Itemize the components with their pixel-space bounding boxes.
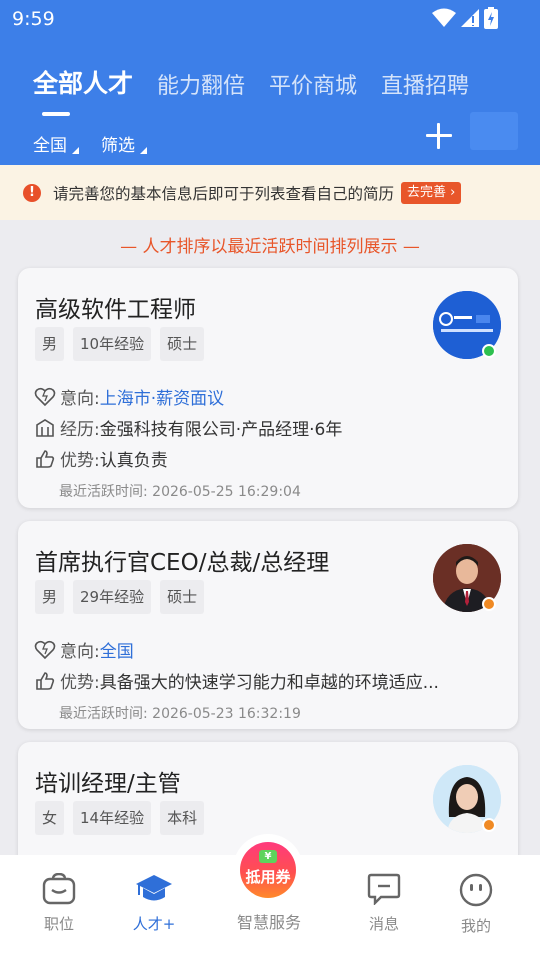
candidate-title: 首席执行官CEO/总裁/总经理 (35, 550, 330, 576)
candidate-tags: 男 29年经验 硕士 (35, 580, 205, 614)
region-filter[interactable]: 全国 (33, 131, 79, 156)
coupon-text: 抵用券 (245, 868, 291, 886)
dropdown-triangle-icon (72, 147, 79, 154)
notice-text: 请完善您的基本信息后即可于列表查看自己的简历 (53, 184, 395, 203)
tab-all-talent[interactable]: 全部人才 (33, 64, 134, 116)
strength-row: 优势: 具备强大的快速学习能力和卓越的环境适应... (34, 668, 439, 693)
screen-filter-label: 筛选 (101, 136, 135, 156)
strength-value: 认真负责 (99, 451, 168, 471)
degree-tag: 硕士 (160, 580, 205, 614)
degree-tag: 硕士 (160, 327, 205, 361)
experience-tag: 29年经验 (73, 580, 152, 614)
nav-label: 职位 (43, 915, 74, 933)
nav-label: 人才+ (132, 915, 176, 933)
screen-filter[interactable]: 筛选 (101, 131, 147, 156)
status-dot (482, 597, 496, 611)
tab-ability-double[interactable]: 能力翻倍 (157, 68, 245, 100)
smart-service-button[interactable]: ¥ 抵用券 (233, 834, 303, 904)
experience-tag: 14年经验 (73, 801, 152, 835)
intent-label: 意向: (60, 389, 100, 409)
status-dot (482, 818, 496, 832)
experience-row: 经历: 金强科技有限公司·产品经理·6年 (34, 415, 342, 440)
active-time: 最近活跃时间: 2026-05-23 16:32:19 (59, 706, 301, 722)
strength-label: 优势: (60, 451, 100, 471)
strength-label: 优势: (60, 673, 100, 693)
experience-tag: 10年经验 (73, 327, 152, 361)
active-time: 最近活跃时间: 2026-05-25 16:29:04 (59, 484, 301, 500)
coupon-badge: ¥ (259, 850, 277, 863)
candidate-card[interactable]: 首席执行官CEO/总裁/总经理 男 29年经验 硕士 意向: 全国 优势: 具备… (18, 521, 518, 729)
candidate-title: 高级软件工程师 (35, 297, 196, 323)
nav-label: 我的 (460, 917, 491, 935)
header-overlay-square (470, 112, 518, 150)
intent-value: 全国 (99, 642, 134, 662)
candidate-title: 培训经理/主管 (35, 771, 181, 797)
heart-icon (34, 387, 56, 406)
active-tab-indicator (42, 112, 70, 116)
message-icon (367, 873, 401, 906)
wifi-icon (432, 8, 456, 27)
thumbs-up-icon (36, 449, 55, 468)
category-tabs: 全部人才 能力翻倍 平价商城 直播招聘 (33, 64, 469, 116)
degree-tag: 本科 (160, 801, 205, 835)
building-icon (36, 418, 54, 437)
gender-tag: 男 (35, 327, 65, 361)
candidate-tags: 女 14年经验 本科 (35, 801, 205, 835)
sort-tip: — 人才排序以最近活跃时间排列展示 — (120, 237, 420, 257)
intent-row: 意向: 全国 (34, 637, 134, 662)
thumbs-up-icon (36, 671, 55, 690)
nav-item-messages[interactable]: 消息 (344, 873, 424, 934)
region-filter-label: 全国 (33, 136, 67, 156)
heart-icon (34, 640, 56, 659)
intent-value: 上海市·薪资面议 (99, 389, 225, 409)
nav-item-talent[interactable]: 人才+ (114, 873, 194, 934)
experience-value: 金强科技有限公司·产品经理·6年 (99, 420, 343, 440)
candidate-card[interactable]: 高级软件工程师 男 10年经验 硕士 意向: 上海市·薪资面议 经历: 金强科技… (18, 268, 518, 508)
gender-tag: 女 (35, 801, 65, 835)
gender-tag: 男 (35, 580, 65, 614)
smiley-icon (459, 873, 493, 907)
nav-label: 消息 (368, 915, 399, 933)
intent-row: 意向: 上海市·薪资面议 (34, 384, 224, 409)
status-icons (432, 7, 498, 29)
plus-icon[interactable] (424, 121, 454, 151)
smart-service-label: 智慧服务 (236, 913, 301, 932)
graduation-cap-icon (136, 875, 172, 901)
intent-label: 意向: (60, 642, 100, 662)
strength-value: 具备强大的快速学习能力和卓越的环境适应... (99, 673, 439, 693)
alert-icon: ! (23, 183, 41, 202)
tab-label: 全部人才 (33, 69, 134, 98)
status-time: 9:59 (12, 8, 55, 30)
dropdown-triangle-icon (140, 147, 147, 154)
battery-icon (484, 7, 498, 29)
complete-profile-button[interactable]: 去完善 › (401, 181, 462, 204)
top-header: 9:59 全部人才 能力翻倍 平价商城 直播招聘 全国 筛选 (0, 0, 540, 165)
signal-icon (461, 9, 479, 27)
coupon-icon: ¥ 抵用券 (240, 842, 296, 898)
candidate-tags: 男 10年经验 硕士 (35, 327, 205, 361)
nav-item-me[interactable]: 我的 (436, 873, 516, 936)
profile-notice-bar: ! 请完善您的基本信息后即可于列表查看自己的简历 去完善 › (0, 165, 540, 220)
briefcase-icon (42, 872, 76, 905)
nav-item-jobs[interactable]: 职位 (19, 872, 99, 934)
status-bar: 9:59 (0, 0, 540, 36)
experience-label: 经历: (60, 420, 100, 440)
tab-live-recruit[interactable]: 直播招聘 (381, 68, 469, 100)
filter-bar: 全国 筛选 (33, 131, 147, 156)
online-status-dot (482, 344, 496, 358)
tab-mall[interactable]: 平价商城 (269, 68, 357, 100)
strength-row: 优势: 认真负责 (34, 446, 168, 471)
